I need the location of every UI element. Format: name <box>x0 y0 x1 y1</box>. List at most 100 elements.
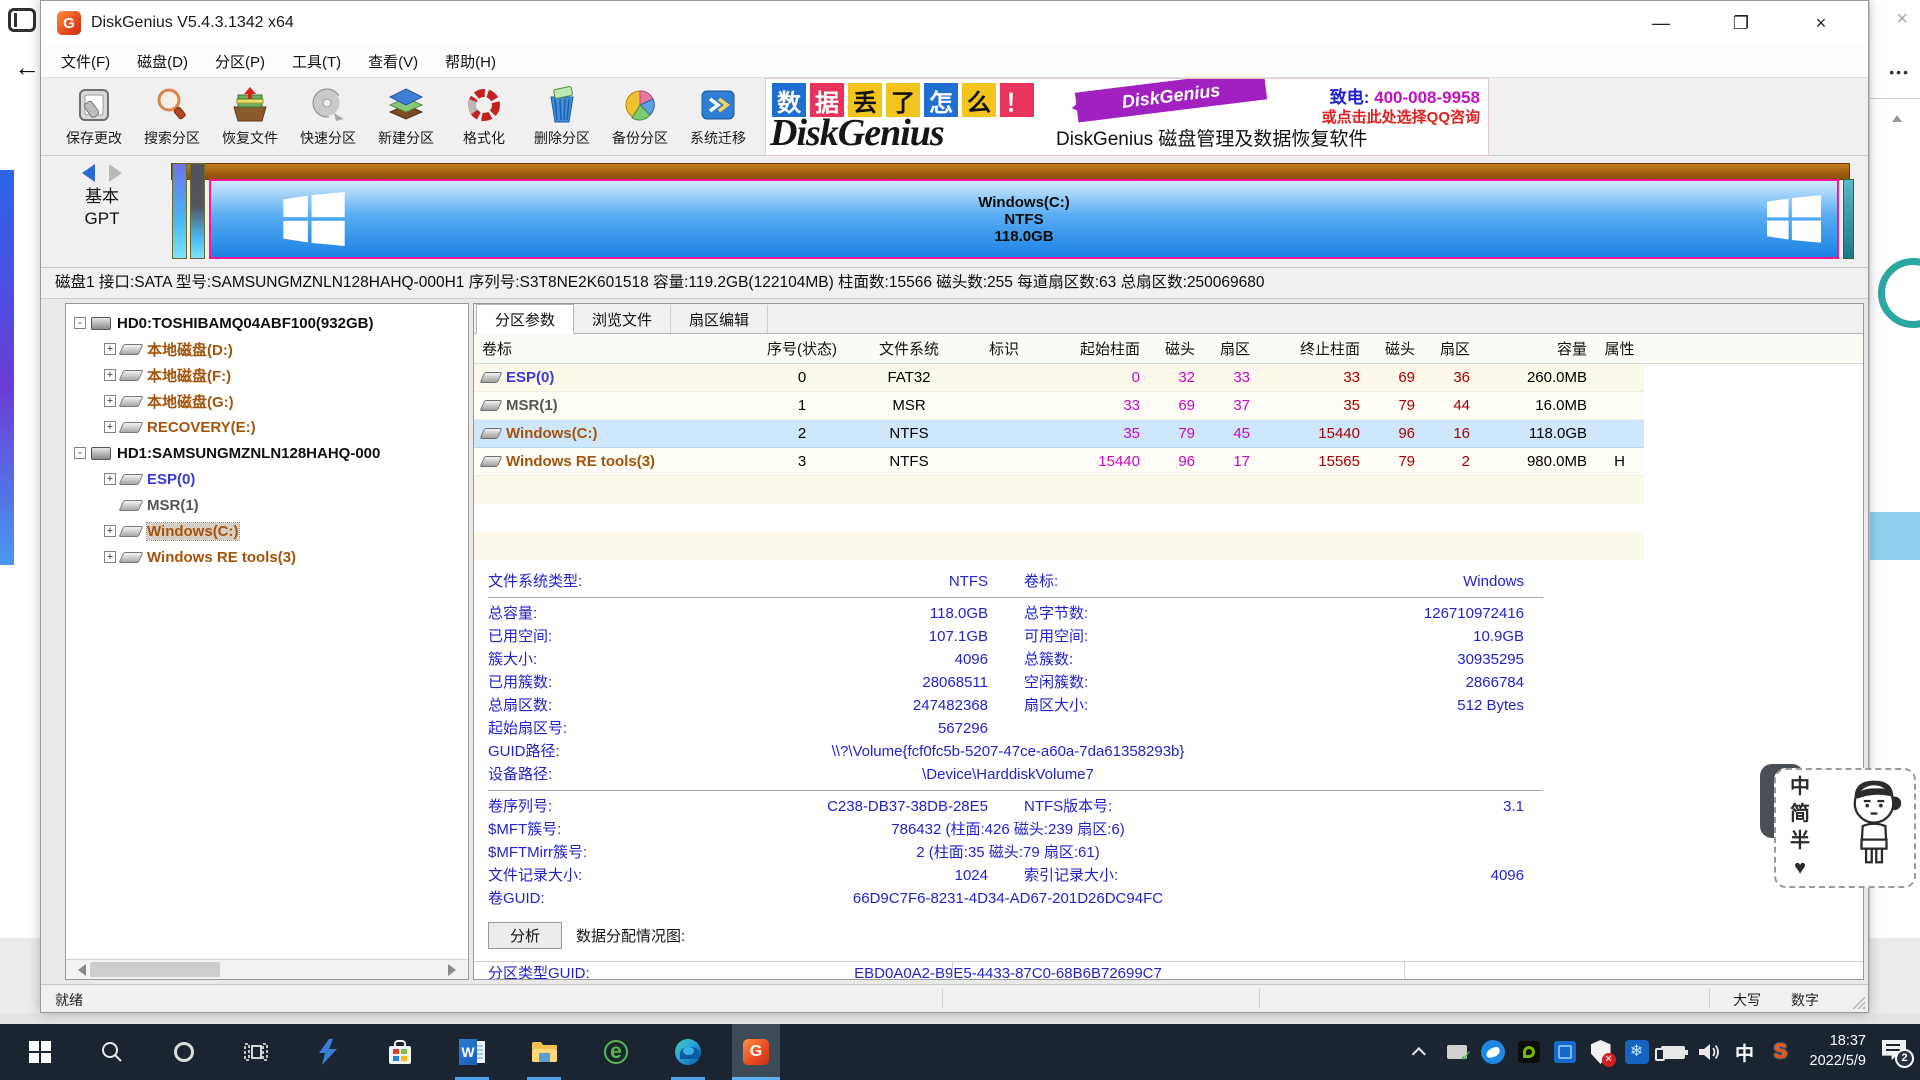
ime-language-icon[interactable]: 中 <box>1732 1037 1758 1067</box>
tree-item[interactable]: + Windows(C:) <box>66 518 468 544</box>
sogou-ime-widget[interactable]: 中 简 半 ♥ <box>1774 768 1916 888</box>
word-button[interactable]: W <box>448 1024 496 1080</box>
resize-grip[interactable] <box>1851 995 1865 1009</box>
column-header[interactable]: 磁头 <box>1148 338 1203 359</box>
search-partition-button[interactable]: 搜索分区 <box>133 81 211 153</box>
tab[interactable]: 分区参数 <box>476 304 574 334</box>
tree-expander[interactable]: - <box>74 447 86 459</box>
windows-c-partition-block[interactable]: Windows(C:) NTFS 118.0GB <box>209 179 1839 259</box>
search-button[interactable] <box>88 1024 136 1080</box>
ime-mode-char[interactable]: ♥ <box>1794 855 1806 882</box>
scroll-left-icon[interactable] <box>72 964 86 976</box>
task-view-button[interactable] <box>232 1024 280 1080</box>
notification-center-button[interactable]: 2 <box>1882 1040 1910 1064</box>
edge-button[interactable] <box>664 1024 712 1080</box>
cortana-button[interactable] <box>160 1024 208 1080</box>
quick-partition-button[interactable]: 快速分区 <box>289 81 367 153</box>
delete-partition-button[interactable]: 删除分区 <box>523 81 601 153</box>
column-header[interactable]: 扇区 <box>1423 338 1478 359</box>
drive-icon <box>91 317 111 330</box>
ime-mode-char[interactable]: 中 <box>1790 774 1810 801</box>
msr-partition-block[interactable] <box>190 163 205 259</box>
tree-item[interactable]: + ESP(0) <box>66 466 468 492</box>
close-button[interactable]: × <box>1808 13 1834 34</box>
ime-mode-char[interactable]: 半 <box>1790 828 1810 855</box>
flash-app-button[interactable] <box>304 1024 352 1080</box>
tree-item[interactable]: - HD0:TOSHIBAMQ04ABF100(932GB) <box>66 310 468 336</box>
printer-icon[interactable] <box>1444 1037 1470 1067</box>
tree-item[interactable]: + RECOVERY(E:) <box>66 414 468 440</box>
tree-expander[interactable]: + <box>104 369 116 381</box>
tree-expander[interactable]: + <box>104 395 116 407</box>
esp-partition-block[interactable] <box>172 163 187 259</box>
tree-expander[interactable]: + <box>104 551 116 563</box>
tab[interactable]: 扇区编辑 <box>671 305 768 333</box>
start-button[interactable] <box>16 1024 64 1080</box>
dingtalk-icon[interactable] <box>1480 1037 1506 1067</box>
tray-expand-icon[interactable] <box>1408 1037 1434 1067</box>
re-tools-partition-block[interactable] <box>1843 179 1854 259</box>
menu-item[interactable]: 帮助(H) <box>445 51 496 72</box>
tree-item[interactable]: + 本地磁盘(G:) <box>66 388 468 414</box>
scroll-right-icon[interactable] <box>448 964 462 976</box>
intel-graphics-icon[interactable] <box>1552 1037 1578 1067</box>
column-header[interactable]: 标识 <box>964 338 1044 359</box>
column-header[interactable]: 文件系统 <box>854 338 964 359</box>
save-changes-button[interactable]: 保存更改 <box>55 81 133 153</box>
minimize-button[interactable]: — <box>1648 13 1674 34</box>
partition-row[interactable]: ESP(0) 0 FAT32 0 32 33 <box>474 364 1644 392</box>
tree-expander[interactable]: + <box>104 525 116 537</box>
tree-expander[interactable]: + <box>104 421 116 433</box>
detail-row: 已用簇数:28068511 空闲簇数:2866784 <box>488 671 1863 694</box>
file-explorer-button[interactable] <box>520 1024 568 1080</box>
taskbar-clock[interactable]: 18:37 2022/5/9 <box>1810 1032 1866 1071</box>
partition-row[interactable]: Windows RE tools(3) 3 NTFS 15440 96 <box>474 448 1644 476</box>
tree-expander[interactable]: + <box>104 473 116 485</box>
maximize-button[interactable]: ❐ <box>1728 13 1754 34</box>
backup-partition-button[interactable]: 备份分区 <box>601 81 679 153</box>
power-icon[interactable] <box>1660 1037 1686 1067</box>
format-button[interactable]: 格式化 <box>445 81 523 153</box>
diskgenius-taskbar-button[interactable]: G <box>732 1024 780 1080</box>
ad-banner[interactable]: 数 据 丢 了 怎 么 ！ DiskGenius D <box>765 78 1489 156</box>
menu-item[interactable]: 分区(P) <box>215 51 265 72</box>
column-header[interactable]: 容量 <box>1478 338 1595 359</box>
tree-horizontal-scrollbar[interactable] <box>66 959 468 979</box>
ime-mode-char[interactable]: 简 <box>1790 801 1810 828</box>
recover-files-button[interactable]: 恢复文件 <box>211 81 289 153</box>
menu-item[interactable]: 查看(V) <box>368 51 418 72</box>
new-partition-button[interactable]: 新建分区 <box>367 81 445 153</box>
prev-disk-arrow[interactable] <box>73 164 95 182</box>
volume-icon[interactable] <box>1696 1037 1722 1067</box>
tree-item[interactable]: MSR(1) <box>66 492 468 518</box>
security-shield-icon[interactable]: ✕ <box>1588 1037 1614 1067</box>
internet-explorer-button[interactable]: e <box>592 1024 640 1080</box>
tree-item[interactable]: + 本地磁盘(D:) <box>66 336 468 362</box>
tree-expander[interactable]: + <box>104 343 116 355</box>
column-header[interactable]: 起始柱面 <box>1044 338 1148 359</box>
next-disk-arrow[interactable] <box>109 164 131 182</box>
tree-item[interactable]: - HD1:SAMSUNGMZNLN128HAHQ-000 <box>66 440 468 466</box>
sogou-icon[interactable]: S <box>1768 1037 1794 1067</box>
partition-row[interactable]: Windows(C:) 2 NTFS 35 79 <box>474 420 1644 448</box>
tree-item[interactable]: + 本地磁盘(F:) <box>66 362 468 388</box>
column-header[interactable]: 属性 <box>1595 338 1644 359</box>
scrollbar-thumb[interactable] <box>90 962 220 977</box>
microsoft-store-button[interactable] <box>376 1024 424 1080</box>
partition-row[interactable]: MSR(1) 1 MSR 33 69 37 <box>474 392 1644 420</box>
snowflake-icon[interactable]: ❄ <box>1624 1037 1650 1067</box>
analyze-button[interactable]: 分析 <box>488 922 562 949</box>
menu-item[interactable]: 文件(F) <box>61 51 110 72</box>
tab[interactable]: 浏览文件 <box>574 305 671 333</box>
column-header[interactable]: 序号(状态) <box>750 338 854 359</box>
column-header[interactable]: 磁头 <box>1368 338 1423 359</box>
menu-item[interactable]: 工具(T) <box>292 51 341 72</box>
menu-item[interactable]: 磁盘(D) <box>137 51 188 72</box>
column-header[interactable]: 终止柱面 <box>1258 338 1368 359</box>
nvidia-icon[interactable] <box>1516 1037 1542 1067</box>
column-header[interactable]: 卷标 <box>474 338 750 359</box>
column-header[interactable]: 扇区 <box>1203 338 1258 359</box>
tree-expander[interactable]: - <box>74 317 86 329</box>
system-migration-button[interactable]: 系统迁移 <box>679 81 757 153</box>
tree-item[interactable]: + Windows RE tools(3) <box>66 544 468 570</box>
